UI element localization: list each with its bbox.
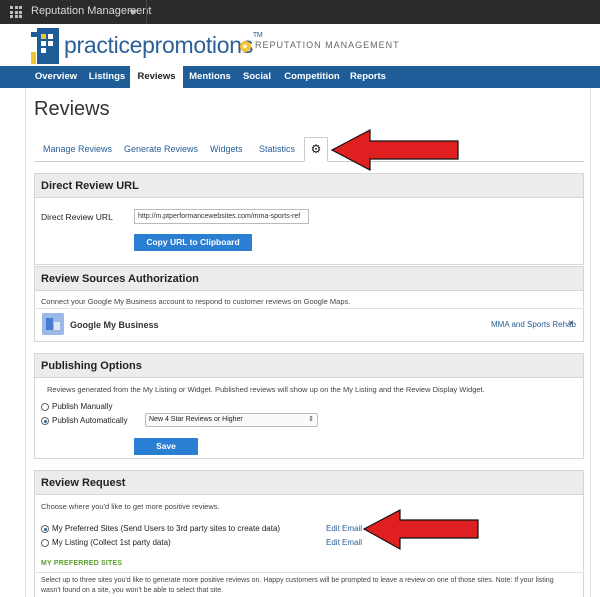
google-my-business-icon [42, 313, 64, 335]
app-bar: Reputation Management [0, 0, 600, 24]
sources-description: Connect your Google My Business account … [41, 297, 351, 306]
nav-item-reviews[interactable]: Reviews [130, 66, 183, 88]
edit-email-preferred-link[interactable]: Edit Email [326, 524, 362, 533]
edit-email-listing-link[interactable]: Edit Email [326, 538, 362, 547]
save-button[interactable]: Save [134, 438, 198, 455]
brand-header: practicepromotionsTM ★ REPUTATION MANAGEM… [0, 24, 600, 66]
main-nav: Overview Listings Reviews Mentions Socia… [0, 66, 600, 88]
gear-icon: ⚙ [310, 142, 322, 156]
panel-heading: Review Request [35, 471, 583, 495]
app-menu-chevron-down-icon[interactable] [129, 10, 137, 15]
publish-manually-label[interactable]: Publish Manually [52, 402, 112, 411]
nav-item-listings[interactable]: Listings [84, 66, 130, 88]
publish-automatically-label[interactable]: Publish Automatically [52, 416, 128, 425]
nav-item-mentions[interactable]: Mentions [186, 66, 234, 88]
publish-filter-select[interactable]: New 4 Star Reviews or Higher ⇕ [145, 413, 318, 427]
tab-settings[interactable]: ⚙ [304, 137, 328, 162]
direct-review-url-field[interactable]: http://m.ptperformancewebsites.com/mma-s… [134, 209, 309, 224]
panel-heading: Direct Review URL [35, 174, 583, 198]
panel-heading: Publishing Options [35, 354, 583, 378]
nav-item-competition[interactable]: Competition [281, 66, 343, 88]
preferred-sites-label[interactable]: My Preferred Sites (Send Users to 3rd pa… [52, 524, 280, 533]
tab-statistics[interactable]: Statistics [259, 144, 295, 154]
tab-generate-reviews[interactable]: Generate Reviews [124, 144, 198, 154]
reviews-tabs: Manage Reviews Generate Reviews Widgets … [34, 137, 584, 162]
publish-automatically-radio[interactable] [41, 417, 49, 425]
brand-subtitle: ★ REPUTATION MANAGEMENT [240, 40, 400, 52]
brand-name: practicepromotionsTM [64, 32, 263, 58]
direct-review-url-panel: Direct Review URL [34, 173, 584, 265]
preferred-sites-text-line-2: wasn't found on a site, you won't be abl… [41, 587, 224, 594]
my-listing-radio[interactable] [41, 539, 49, 547]
direct-review-url-label: Direct Review URL [41, 212, 113, 222]
connected-account-link[interactable]: MMA and Sports Rehab [491, 320, 576, 329]
tab-manage-reviews[interactable]: Manage Reviews [43, 144, 112, 154]
page-title: Reviews [34, 98, 110, 120]
app-bar-divider [146, 0, 147, 24]
copy-url-button[interactable]: Copy URL to Clipboard [134, 234, 252, 251]
preferred-sites-text-line-1: Select up to three sites you'd like to g… [41, 577, 554, 584]
disconnect-close-icon[interactable]: × [568, 318, 574, 329]
my-listing-label[interactable]: My Listing (Collect 1st party data) [52, 538, 171, 547]
request-description: Choose where you'd like to get more posi… [41, 502, 220, 511]
preferred-sites-radio[interactable] [41, 525, 49, 533]
publish-manually-radio[interactable] [41, 403, 49, 411]
google-my-business-label: Google My Business [70, 320, 159, 330]
annotation-arrow-icon [362, 509, 479, 551]
tab-widgets[interactable]: Widgets [210, 144, 243, 154]
practicepromotions-logo-icon [31, 28, 59, 64]
select-arrows-icon: ⇕ [308, 416, 314, 423]
panel-heading: Review Sources Authorization [35, 267, 583, 291]
publishing-options-panel: Publishing Options [34, 353, 584, 459]
nav-item-reports[interactable]: Reports [347, 66, 389, 88]
divider [34, 572, 584, 573]
nav-item-overview[interactable]: Overview [31, 66, 81, 88]
publishing-description: Reviews generated from the My Listing or… [47, 385, 485, 394]
app-grid-icon[interactable] [10, 6, 22, 18]
preferred-sites-heading: MY PREFERRED SITES [41, 560, 123, 567]
annotation-arrow-icon [330, 129, 459, 171]
divider [34, 308, 584, 309]
nav-item-social[interactable]: Social [237, 66, 277, 88]
star-icon: ★ [240, 41, 251, 52]
